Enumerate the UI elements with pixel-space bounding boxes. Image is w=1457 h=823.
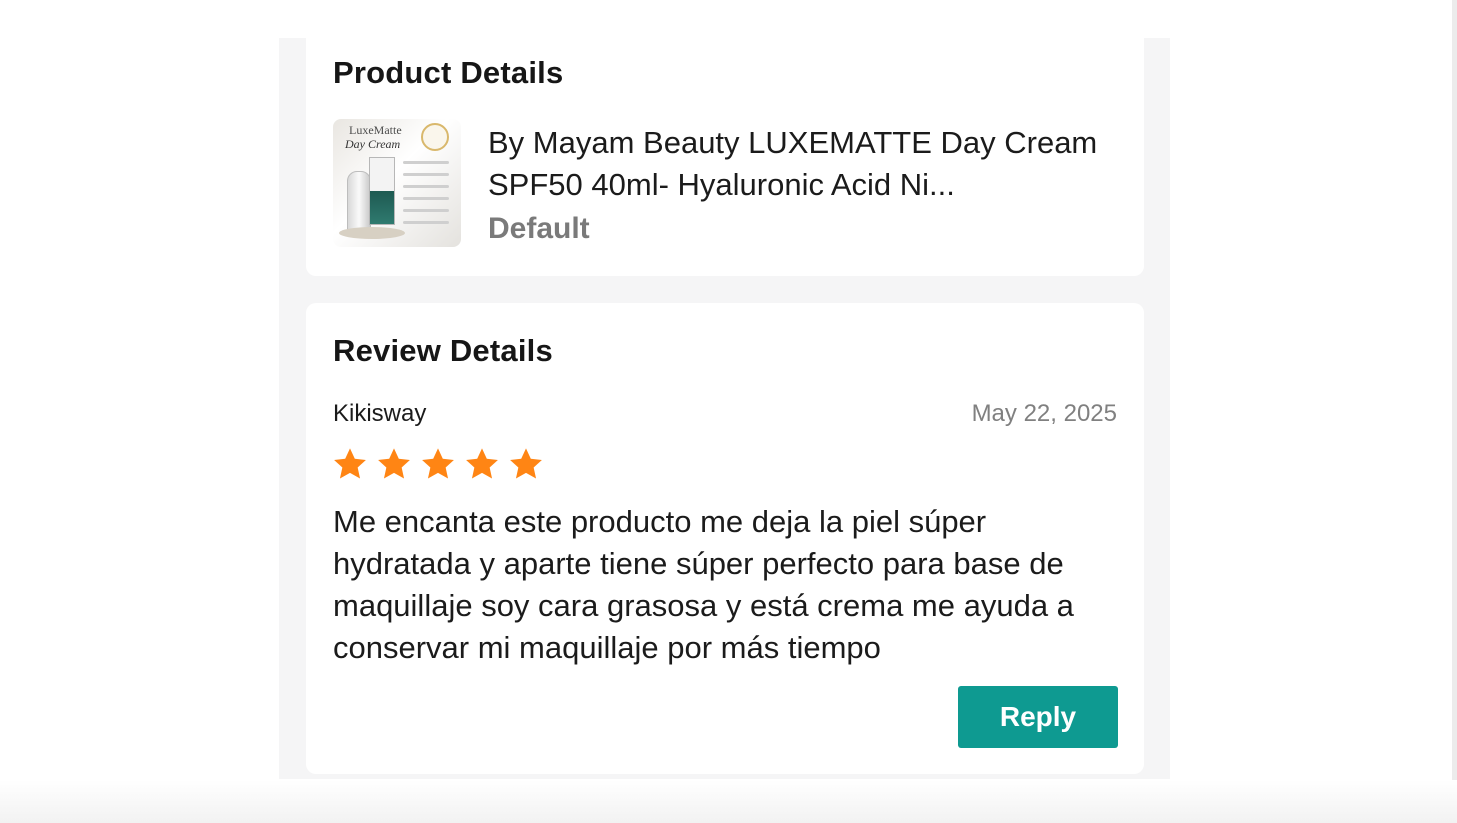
product-tube-graphic: [347, 171, 371, 233]
reviewer-name: Kikisway: [333, 400, 427, 427]
review-details-title: Review Details: [333, 333, 553, 368]
product-name[interactable]: By Mayam Beauty LUXEMATTE Day Cream SPF5…: [488, 122, 1118, 206]
star-filled-icon: [466, 448, 498, 479]
star-filled-icon: [378, 448, 410, 479]
product-variant: Default: [488, 212, 590, 245]
product-thumbnail[interactable]: LuxeMatte Day Cream: [333, 119, 461, 247]
product-box-graphic: [369, 157, 395, 225]
star-filled-icon: [334, 448, 366, 479]
star-filled-icon: [422, 448, 454, 479]
review-date: May 22, 2025: [971, 400, 1117, 427]
reply-button[interactable]: Reply: [958, 686, 1118, 748]
bottom-divider: [0, 780, 1457, 823]
review-details-card: Review Details Kikisway May 22, 2025 Me …: [306, 303, 1144, 774]
seal-icon: [421, 123, 449, 151]
thumbnail-script-text: Day Cream: [345, 137, 401, 151]
details-panel: Product Details LuxeMatte Day Cream By M…: [279, 38, 1170, 779]
star-filled-icon: [510, 448, 542, 479]
pedestal-graphic: [339, 227, 405, 239]
scrollbar-track: [1452, 0, 1457, 823]
product-details-title: Product Details: [333, 55, 564, 90]
feature-list-graphic: [403, 161, 449, 233]
star-rating: [332, 446, 544, 482]
thumbnail-brand-text: LuxeMatte: [349, 123, 402, 137]
review-text: Me encanta este producto me deja la piel…: [333, 504, 1074, 665]
product-details-card: Product Details LuxeMatte Day Cream By M…: [306, 38, 1144, 276]
